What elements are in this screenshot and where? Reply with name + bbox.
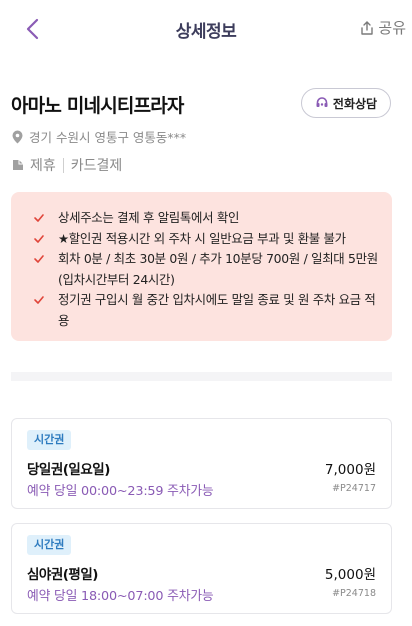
address-text: 경기 수원시 영통구 영통동*** xyxy=(29,130,187,145)
tag-icon xyxy=(13,160,23,170)
share-icon xyxy=(361,20,374,35)
notice-box: 상세주소는 결제 후 알림톡에서 확인 ★할인권 적용시간 외 주차 시 일반요… xyxy=(11,192,392,341)
ticket-card[interactable]: 시간권 심야권(평일) 5,000원 예약 당일 18:00~07:00 주차가… xyxy=(11,523,392,614)
address-row: 경기 수원시 영통구 영통동*** xyxy=(12,127,186,146)
top-bar: 상세정보 공유 xyxy=(0,0,412,58)
ticket-type-badge: 시간권 xyxy=(27,430,72,450)
ticket-price: 7,000원 xyxy=(324,462,376,478)
ticket-code: #P24717 xyxy=(332,483,376,494)
ticket-code: #P24718 xyxy=(332,588,376,599)
section-divider xyxy=(11,372,392,381)
headset-icon xyxy=(316,97,328,107)
check-icon xyxy=(34,234,44,243)
notice-text: 정기권 구입시 월 중간 입차시에도 말일 종료 및 원 주차 요금 적용 xyxy=(58,292,376,328)
tags-row: 제휴 카드결제 xyxy=(12,155,122,175)
location-pin-icon xyxy=(12,130,23,143)
share-label: 공유 xyxy=(378,19,406,37)
check-icon xyxy=(34,214,44,222)
notice-item: 회차 0분 / 최초 30분 0원 / 추가 10분당 700원 / 일최대 5… xyxy=(33,249,378,290)
notice-item: ★할인권 적용시간 외 주차 시 일반요금 부과 및 환불 불가 xyxy=(33,229,378,250)
tag-divider xyxy=(62,157,64,173)
notice-text: 상세주소는 결제 후 알림톡에서 확인 xyxy=(58,210,240,225)
call-consult-button[interactable]: 전화상담 xyxy=(301,88,391,118)
ticket-time: 예약 당일 00:00~23:59 주차가능 xyxy=(27,484,214,499)
share-button[interactable]: 공유 xyxy=(359,17,406,38)
place-name: 아마노 미네시티프라자 xyxy=(11,95,184,117)
tag-card-payment: 카드결제 xyxy=(70,158,123,174)
page-title: 상세정보 xyxy=(175,22,237,42)
ticket-price: 5,000원 xyxy=(324,567,376,583)
notice-item: 정기권 구입시 월 중간 입차시에도 말일 종료 및 원 주차 요금 적용 xyxy=(33,290,378,331)
ticket-type-badge: 시간권 xyxy=(27,535,72,555)
notice-text: 회차 0분 / 최초 30분 0원 / 추가 10분당 700원 / 일최대 5… xyxy=(58,251,378,287)
ticket-name: 당일권(일요일) xyxy=(27,462,110,478)
ticket-card[interactable]: 시간권 당일권(일요일) 7,000원 예약 당일 00:00~23:59 주차… xyxy=(11,418,392,509)
tag-partnership: 제휴 xyxy=(30,158,56,174)
notice-text: ★할인권 적용시간 외 주차 시 일반요금 부과 및 환불 불가 xyxy=(58,230,346,246)
ticket-time: 예약 당일 18:00~07:00 주차가능 xyxy=(27,589,214,604)
check-icon xyxy=(34,255,44,263)
check-icon xyxy=(34,296,44,304)
notice-item: 상세주소는 결제 후 알림톡에서 확인 xyxy=(33,208,378,229)
call-consult-label: 전화상담 xyxy=(332,96,378,111)
ticket-name: 심야권(평일) xyxy=(27,567,98,583)
